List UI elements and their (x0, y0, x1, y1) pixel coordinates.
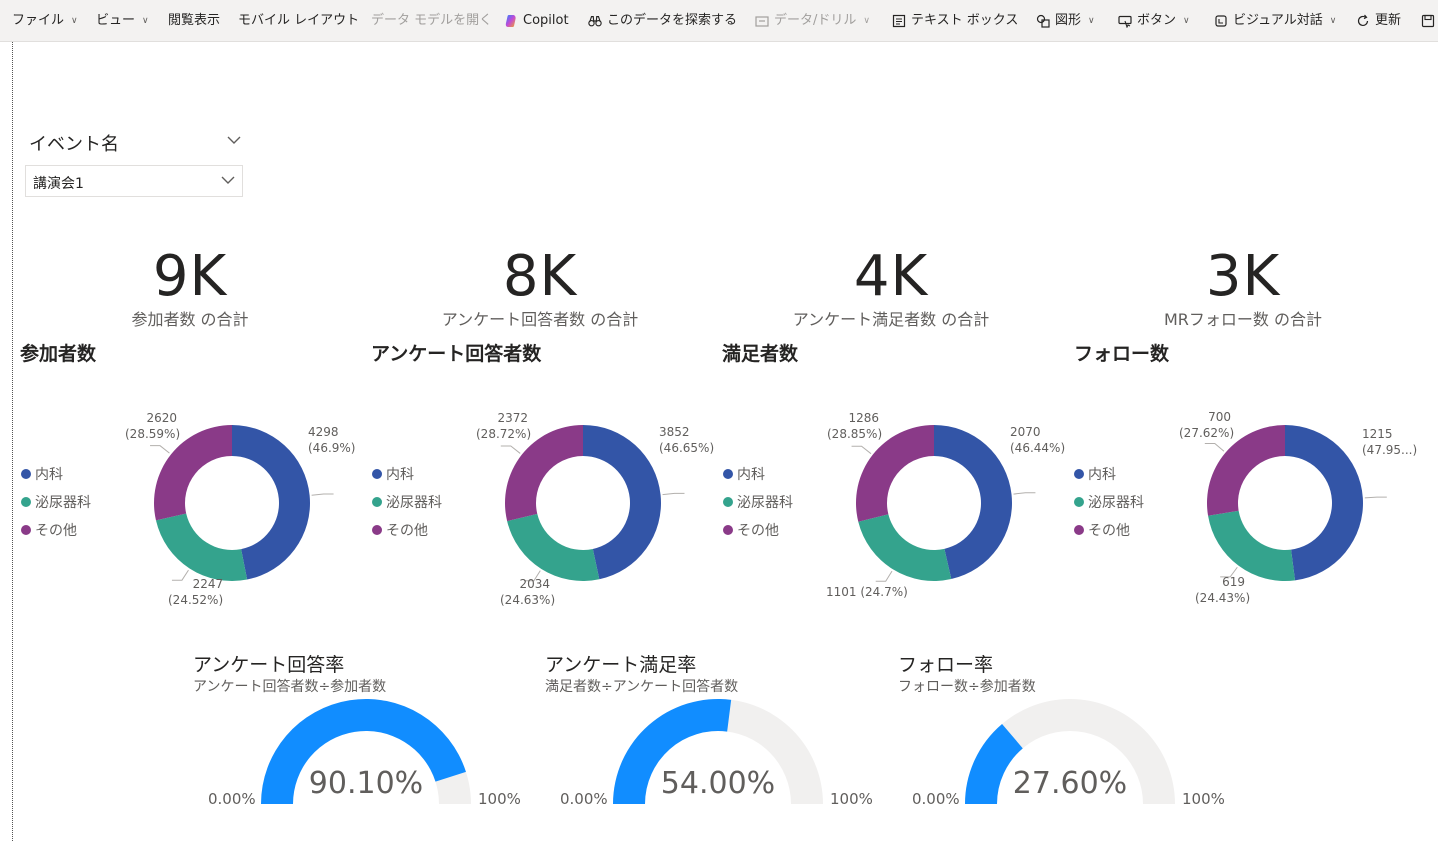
gauge-value-label: 90.10% (308, 766, 424, 801)
leader-line (851, 445, 872, 455)
data-label-internal: 3852 (46.65%) (659, 425, 715, 455)
data-label-internal: 2070 (46.44%) (1010, 425, 1066, 455)
donut-slice-urology[interactable] (507, 513, 600, 581)
gauge-subtitle-satisfaction-rate: 満足者数÷アンケート回答者数 (545, 679, 739, 695)
leader-line (875, 570, 893, 582)
data-label-other: 1286 (28.85%) (827, 411, 883, 441)
gauge-title-response-rate: アンケート回答率 (193, 654, 345, 676)
gauge-subtitle-follow-rate: フォロー数÷参加者数 (898, 679, 1036, 695)
leader-line (662, 492, 685, 496)
gauge-max-label: 100% (1182, 790, 1225, 808)
donut-slice-internal[interactable] (1285, 425, 1363, 581)
gauge-min-label: 0.00% (912, 790, 960, 808)
donut-slice-urology[interactable] (1208, 510, 1296, 581)
gauge-value-label: 27.60% (1012, 766, 1128, 801)
gauge-min-label: 0.00% (560, 790, 608, 808)
leader-line (1013, 492, 1036, 495)
donut-slice-internal[interactable] (232, 425, 310, 580)
gauge-max-label: 100% (478, 790, 521, 808)
gauge-title-satisfaction-rate: アンケート満足率 (545, 654, 697, 676)
data-label-urology: 2034 (24.63%) (500, 577, 556, 607)
gauge-subtitle-response-rate: アンケート回答者数÷参加者数 (193, 679, 387, 695)
data-label-other: 700 (27.62%) (1179, 410, 1235, 440)
data-label-internal: 1215 (47.95...) (1362, 427, 1418, 457)
gauge-title-follow-rate: フォロー率 (898, 654, 994, 676)
donut-slice-urology[interactable] (858, 514, 952, 582)
leader-line (1204, 443, 1225, 452)
donut-slice-internal[interactable] (583, 425, 661, 580)
leader-line (311, 493, 334, 496)
donut-slice-urology[interactable] (155, 513, 248, 581)
gauge-max-label: 100% (830, 790, 873, 808)
data-label-other: 2372 (28.72%) (476, 411, 532, 441)
gauge-min-label: 0.00% (208, 790, 256, 808)
leader-line (1364, 496, 1387, 499)
leader-line (500, 445, 521, 454)
leader-line (150, 445, 170, 454)
data-label-other: 2620 (28.59%) (125, 411, 181, 441)
data-label-internal: 4298 (46.9%) (308, 425, 356, 455)
data-label-urology: 1101 (24.7%) (826, 585, 908, 599)
data-label-urology: 2247 (24.52%) (168, 577, 224, 607)
gauge-value-label: 54.00% (660, 766, 776, 801)
data-label-urology: 619 (24.43%) (1195, 575, 1251, 605)
